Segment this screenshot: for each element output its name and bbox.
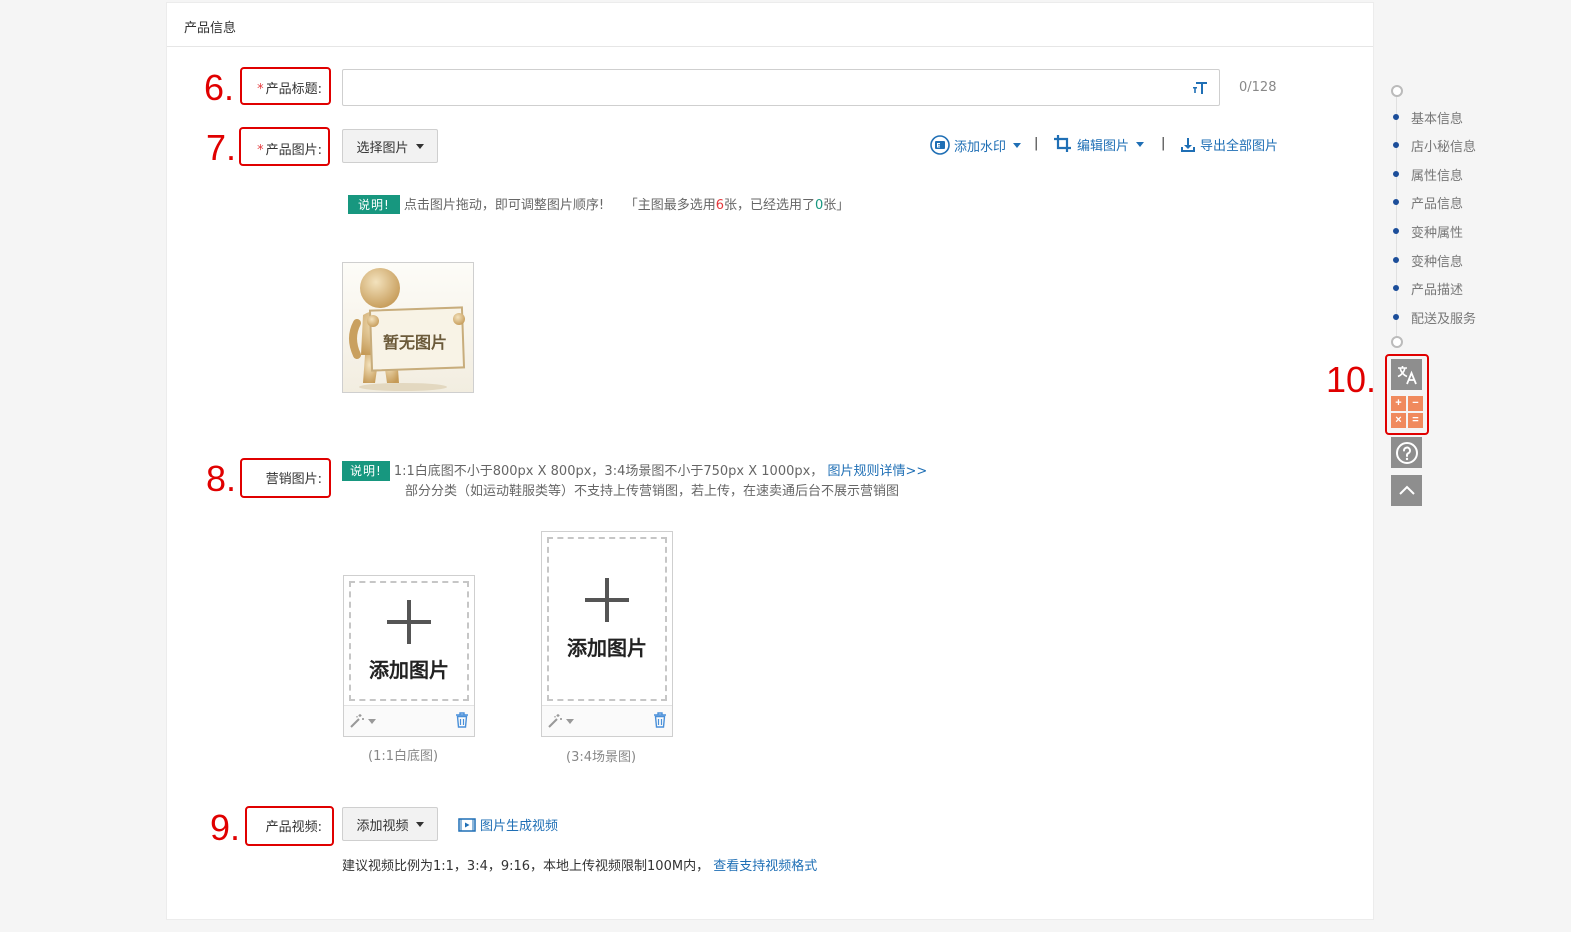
section-nav-line bbox=[1396, 95, 1397, 340]
watermark-icon bbox=[930, 135, 950, 155]
magic-wand-icon bbox=[548, 714, 562, 728]
nav-start-ring bbox=[1391, 85, 1403, 97]
nav-item-shipping-service[interactable]: 配送及服务 bbox=[1393, 308, 1476, 327]
nav-dot bbox=[1393, 257, 1399, 263]
marketing-images-label: 营销图片: bbox=[265, 472, 322, 487]
add-video-button[interactable]: 添加视频 bbox=[342, 807, 438, 841]
nav-dot bbox=[1393, 228, 1399, 234]
marketing-images-note: 说明! 1:1白底图不小于800px X 800px，3:4场景图不小于750px… bbox=[342, 461, 927, 502]
magic-wand-button[interactable] bbox=[349, 713, 377, 729]
nav-dot bbox=[1393, 199, 1399, 205]
nav-item-product-description[interactable]: 产品描述 bbox=[1393, 279, 1463, 298]
square-image-caption: (1:1白底图) bbox=[368, 749, 439, 764]
crop-icon bbox=[1054, 135, 1071, 152]
product-title-input[interactable] bbox=[351, 70, 1175, 105]
add-image-button[interactable]: 添加图片 bbox=[349, 581, 469, 701]
nav-dot bbox=[1393, 171, 1399, 177]
annotation-number-8: 8. bbox=[206, 458, 237, 499]
image-rules-link[interactable]: 图片规则详情>> bbox=[827, 464, 927, 479]
chevron-up-icon bbox=[1398, 485, 1415, 495]
nav-dot bbox=[1393, 114, 1399, 120]
translate-button[interactable] bbox=[1391, 359, 1422, 390]
scroll-to-top-button[interactable] bbox=[1391, 475, 1422, 506]
no-image-text: 暂无图片 bbox=[383, 333, 448, 352]
calculator-key: × bbox=[1391, 413, 1406, 428]
video-icon bbox=[458, 817, 476, 832]
product-title-field[interactable] bbox=[342, 69, 1220, 106]
no-image-placeholder: 暂无图片 bbox=[342, 262, 474, 393]
marketing-image-slot-portrait: 添加图片 bbox=[541, 531, 673, 737]
required-mark: * bbox=[257, 82, 264, 97]
product-images-label: * 产品图片: bbox=[257, 143, 322, 158]
add-watermark-button[interactable]: 添加水印 bbox=[930, 135, 1022, 155]
annotation-number-10: 10. bbox=[1326, 359, 1377, 400]
chevron-down-icon bbox=[1013, 142, 1022, 148]
nav-dot bbox=[1393, 285, 1399, 291]
nav-item-variant-attributes[interactable]: 变种属性 bbox=[1393, 222, 1463, 241]
nav-item-basic-info[interactable]: 基本信息 bbox=[1393, 108, 1463, 127]
video-note: 建议视频比例为1:1，3:4，9:16，本地上传视频限制100M内， 查看支持视… bbox=[342, 859, 818, 874]
chevron-down-icon bbox=[1136, 141, 1145, 147]
max-image-count: 6 bbox=[715, 198, 724, 213]
annotation-number-7: 7. bbox=[206, 127, 237, 168]
edit-image-button[interactable]: 编辑图片 bbox=[1053, 134, 1145, 154]
supported-formats-link[interactable]: 查看支持视频格式 bbox=[713, 859, 817, 874]
calculator-key: + bbox=[1391, 396, 1406, 411]
nav-item-attribute-info[interactable]: 属性信息 bbox=[1393, 165, 1463, 184]
help-button[interactable] bbox=[1391, 437, 1422, 468]
nav-item-product-info[interactable]: 产品信息 bbox=[1393, 193, 1463, 212]
chevron-down-icon bbox=[415, 143, 424, 149]
calculator-key: = bbox=[1408, 413, 1423, 428]
generate-video-from-images-link[interactable]: 图片生成视频 bbox=[458, 815, 558, 834]
chevron-down-icon bbox=[368, 718, 376, 724]
marketing-image-slot-square: 添加图片 bbox=[343, 575, 475, 737]
nav-item-variant-info[interactable]: 变种信息 bbox=[1393, 251, 1463, 270]
magic-wand-icon bbox=[350, 714, 364, 728]
nav-item-dianxiaomi-info[interactable]: 店小秘信息 bbox=[1393, 136, 1476, 155]
trash-icon[interactable] bbox=[455, 712, 469, 728]
question-icon bbox=[1395, 441, 1418, 464]
title-char-counter: 0/128 bbox=[1239, 80, 1277, 95]
plus-icon bbox=[387, 599, 431, 644]
image-order-note: 说明! 点击图片拖动，即可调整图片顺序! 「主图最多选用6张，已经选用了0张」 bbox=[348, 194, 849, 214]
nav-end-ring bbox=[1391, 336, 1403, 348]
annotation-number-6: 6. bbox=[204, 67, 235, 108]
product-video-label: 产品视频: bbox=[265, 820, 322, 835]
chevron-down-icon bbox=[566, 718, 574, 724]
chevron-down-icon bbox=[415, 821, 424, 827]
download-icon bbox=[1181, 137, 1195, 152]
trash-icon[interactable] bbox=[653, 712, 667, 728]
nav-dot bbox=[1393, 142, 1399, 148]
magic-wand-button[interactable] bbox=[547, 713, 575, 729]
image-slot-toolbar bbox=[344, 705, 474, 736]
note-badge: 说明! bbox=[348, 195, 400, 214]
required-mark: * bbox=[257, 143, 264, 158]
text-format-icon[interactable] bbox=[1191, 78, 1209, 96]
annotation-number-9: 9. bbox=[210, 807, 241, 848]
portrait-image-caption: (3:4场景图) bbox=[566, 750, 637, 765]
toolbar-separator: | bbox=[1034, 136, 1039, 151]
calculator-button[interactable]: + − × = bbox=[1391, 396, 1424, 430]
nav-dot bbox=[1393, 314, 1399, 320]
export-all-images-button[interactable]: 导出全部图片 bbox=[1180, 135, 1278, 154]
select-image-button[interactable]: 选择图片 bbox=[342, 129, 438, 163]
panel-header: 产品信息 bbox=[167, 3, 1373, 47]
person-holding-sign-illustration bbox=[349, 268, 466, 391]
plus-icon bbox=[585, 577, 629, 622]
calculator-key: − bbox=[1408, 396, 1423, 411]
product-title-label: * 产品标题: bbox=[257, 82, 322, 97]
translate-icon bbox=[1397, 365, 1417, 384]
section-title: 产品信息 bbox=[184, 21, 237, 36]
add-image-button[interactable]: 添加图片 bbox=[547, 537, 667, 701]
note-badge: 说明! bbox=[342, 461, 390, 481]
image-slot-toolbar bbox=[542, 705, 672, 736]
toolbar-separator: | bbox=[1161, 136, 1166, 151]
